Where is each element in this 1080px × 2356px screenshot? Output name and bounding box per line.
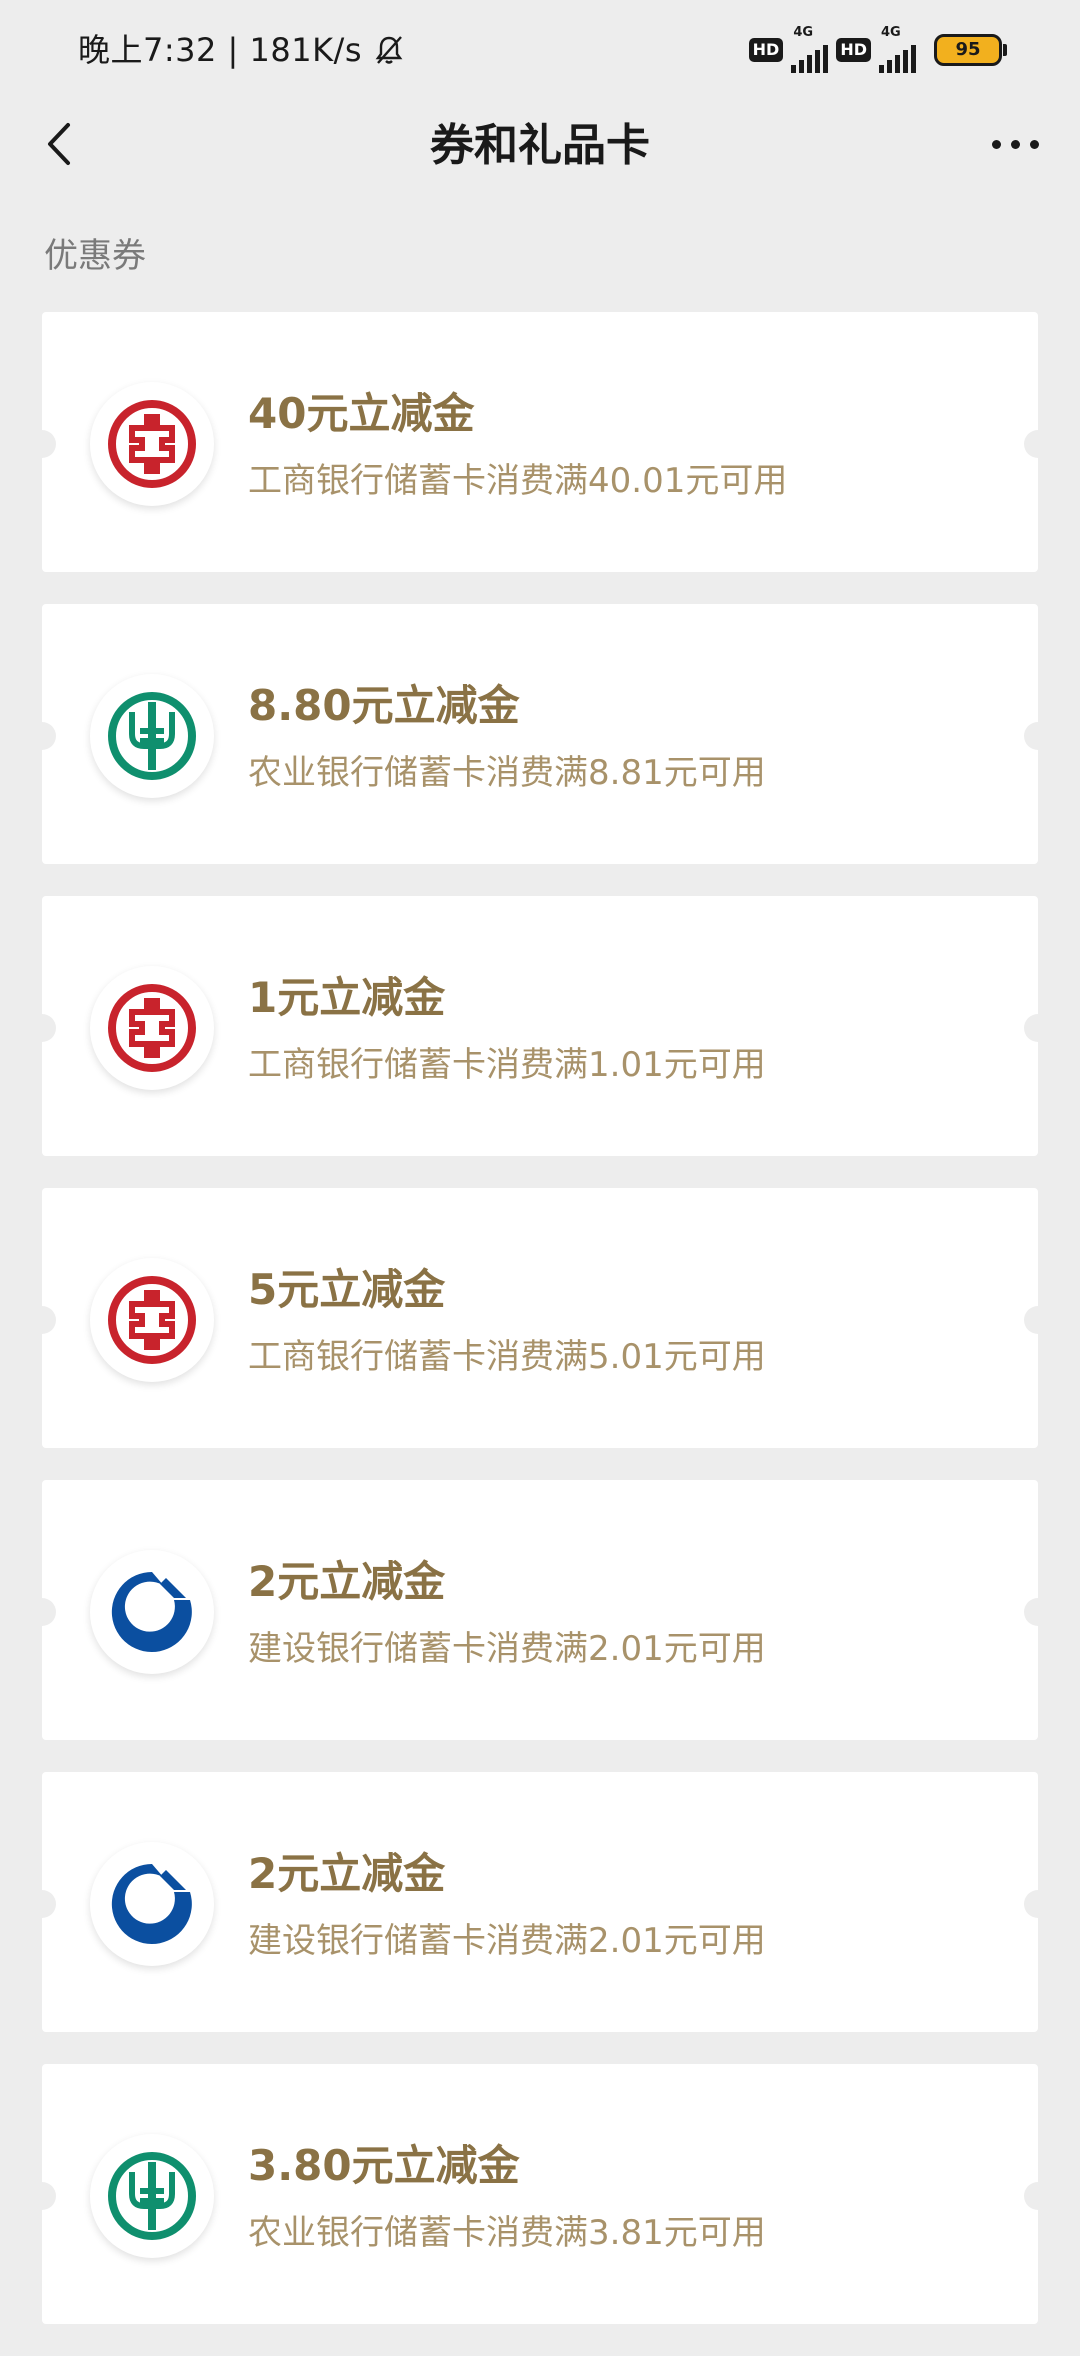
bell-muted-icon bbox=[372, 33, 406, 67]
card-notch bbox=[28, 1598, 56, 1626]
coupon-title: 5元立减金 bbox=[248, 1265, 446, 1314]
coupon-title: 2元立减金 bbox=[248, 1849, 446, 1898]
network-label: 4G bbox=[881, 25, 901, 40]
coupon-title: 40元立减金 bbox=[248, 389, 475, 438]
card-notch bbox=[1024, 1014, 1052, 1042]
status-indicators: HD 4G HD 4G 95 bbox=[748, 25, 1007, 73]
status-bar: 晚上7:32 | 181K/s HD 4G HD 4G 95 bbox=[0, 0, 1080, 100]
coupon-card[interactable]: 3.80元立减金农业银行储蓄卡消费满3.81元可用 bbox=[28, 2064, 1052, 2324]
coupon-title: 2元立减金 bbox=[248, 1557, 446, 1606]
ccb-logo-icon bbox=[90, 1842, 214, 1966]
card-notch bbox=[28, 722, 56, 750]
card-notch bbox=[28, 1890, 56, 1918]
hd-badge: HD bbox=[836, 38, 871, 62]
card-notch bbox=[1024, 430, 1052, 458]
coupon-card[interactable]: 40元立减金工商银行储蓄卡消费满40.01元可用 bbox=[28, 312, 1052, 572]
hd-badge: HD bbox=[748, 38, 784, 62]
card-notch bbox=[1024, 722, 1052, 750]
card-notch bbox=[1024, 1306, 1052, 1334]
card-notch bbox=[1024, 1890, 1052, 1918]
page-title: 券和礼品卡 bbox=[430, 120, 650, 171]
signal-icon: 4G bbox=[879, 25, 916, 73]
coupon-description: 建设银行储蓄卡消费满2.01元可用 bbox=[248, 1921, 766, 1961]
coupon-list: 40元立减金工商银行储蓄卡消费满40.01元可用 8.80元立减金农业银行储蓄卡… bbox=[28, 312, 1052, 2356]
card-notch bbox=[28, 2182, 56, 2210]
more-button[interactable] bbox=[980, 114, 1050, 174]
card-notch bbox=[28, 430, 56, 458]
abc-logo-icon bbox=[90, 2134, 214, 2258]
card-notch bbox=[28, 1014, 56, 1042]
status-time-text: 晚上7:32 | 181K/s bbox=[78, 31, 363, 69]
coupon-description: 建设银行储蓄卡消费满2.01元可用 bbox=[248, 1629, 766, 1669]
coupon-title: 3.80元立减金 bbox=[248, 2141, 520, 2190]
icbc-logo-icon bbox=[90, 966, 214, 1090]
more-dots-icon bbox=[1029, 139, 1039, 149]
coupon-title: 8.80元立减金 bbox=[248, 681, 520, 730]
network-label: 4G bbox=[793, 25, 814, 40]
card-notch bbox=[28, 1306, 56, 1334]
abc-logo-icon bbox=[90, 674, 214, 798]
ccb-logo-icon bbox=[90, 1550, 214, 1674]
signal-icon: 4G bbox=[791, 25, 829, 73]
card-notch bbox=[1024, 2182, 1052, 2210]
coupon-card[interactable]: 8.80元立减金农业银行储蓄卡消费满8.81元可用 bbox=[28, 604, 1052, 864]
more-dots-icon bbox=[991, 139, 1001, 149]
coupon-title: 1元立减金 bbox=[248, 973, 446, 1022]
battery-icon: 95 bbox=[934, 34, 1007, 66]
coupon-description: 工商银行储蓄卡消费满40.01元可用 bbox=[248, 461, 788, 501]
section-label-coupons: 优惠券 bbox=[44, 236, 146, 276]
card-notch bbox=[1024, 1598, 1052, 1626]
coupon-card[interactable]: 2元立减金建设银行储蓄卡消费满2.01元可用 bbox=[28, 1480, 1052, 1740]
icbc-logo-icon bbox=[90, 382, 214, 506]
more-dots-icon bbox=[1010, 139, 1020, 149]
coupon-card[interactable]: 2元立减金建设银行储蓄卡消费满2.01元可用 bbox=[28, 1772, 1052, 2032]
coupon-description: 农业银行储蓄卡消费满3.81元可用 bbox=[248, 2213, 766, 2253]
coupon-description: 工商银行储蓄卡消费满1.01元可用 bbox=[248, 1045, 766, 1085]
coupon-description: 工商银行储蓄卡消费满5.01元可用 bbox=[248, 1337, 766, 1377]
status-time-speed: 晚上7:32 | 181K/s bbox=[78, 28, 406, 72]
coupon-description: 农业银行储蓄卡消费满8.81元可用 bbox=[248, 753, 766, 793]
nav-bar: 券和礼品卡 bbox=[0, 100, 1080, 190]
coupon-card[interactable]: 5元立减金工商银行储蓄卡消费满5.01元可用 bbox=[28, 1188, 1052, 1448]
coupon-card[interactable]: 1元立减金工商银行储蓄卡消费满1.01元可用 bbox=[28, 896, 1052, 1156]
icbc-logo-icon bbox=[90, 1258, 214, 1382]
